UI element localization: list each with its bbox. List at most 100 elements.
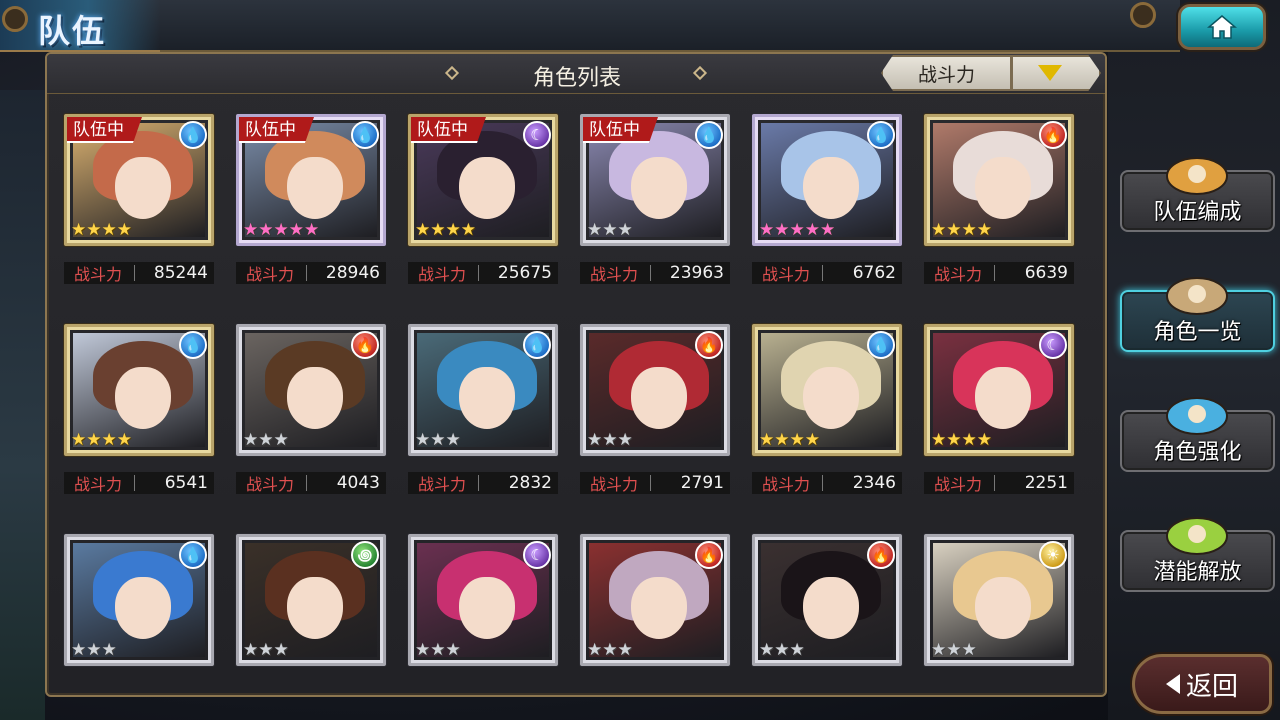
star-icon: ★ — [774, 640, 790, 660]
combat-power-value: 4043 — [336, 473, 380, 493]
character-card[interactable]: 队伍中 💧 ★ ★ ★ — [580, 114, 730, 246]
side-menu-potential-orb[interactable]: 潜能解放 — [1120, 517, 1275, 592]
rarity-stars: ★ ★ ★ — [587, 431, 633, 449]
gear-ornament-icon — [2, 6, 28, 32]
water-element-icon: 💧 — [179, 541, 207, 569]
side-menu-label: 角色强化 — [1153, 440, 1242, 465]
character-card[interactable]: 🔥 ★ ★ ★ — [580, 534, 730, 666]
star-icon: ★ — [460, 220, 476, 240]
character-portrait[interactable]: 🔥 ★ ★ ★ — [236, 324, 386, 456]
character-card[interactable]: 🔥 ★ ★ ★ — [236, 324, 386, 456]
character-portrait[interactable]: 队伍中 💧 ★ ★ ★ ★ ★ — [236, 114, 386, 246]
combat-power-row: 战斗力 2832 — [408, 472, 558, 494]
back-button[interactable]: 返回 — [1132, 654, 1272, 714]
rarity-stars: ★ ★ ★ — [243, 641, 289, 659]
sort-selected-value[interactable]: 战斗力 — [881, 55, 1011, 91]
page-title: 队伍 — [38, 12, 107, 50]
fire-element-icon: 🔥 — [1039, 121, 1067, 149]
side-menu-party-members[interactable]: 队伍编成 — [1120, 157, 1275, 232]
star-icon: ★ — [101, 640, 117, 660]
star-icon: ★ — [86, 220, 102, 240]
combat-power-label: 战斗力 — [74, 475, 123, 494]
character-portrait[interactable]: 💧 ★ ★ ★ ★ ★ — [752, 114, 902, 246]
character-face — [287, 367, 343, 429]
side-menu-enhance-crystal[interactable]: 角色强化 — [1120, 397, 1275, 472]
potential-orb-icon — [1152, 510, 1242, 556]
star-icon: ★ — [273, 220, 289, 240]
character-card[interactable]: 💧 ★ ★ ★ ★ — [64, 324, 214, 456]
water-element-icon: 💧 — [179, 121, 207, 149]
combat-power-label: 战斗力 — [934, 265, 983, 284]
character-portrait[interactable]: 🔥 ★ ★ ★ — [752, 534, 902, 666]
character-card[interactable]: 🔥 ★ ★ ★ — [580, 324, 730, 456]
home-button[interactable] — [1178, 4, 1266, 50]
character-portrait[interactable]: 🔥 ★ ★ ★ — [580, 324, 730, 456]
character-portrait[interactable]: 💧 ★ ★ ★ — [64, 534, 214, 666]
character-portrait[interactable]: 💧 ★ ★ ★ ★ — [752, 324, 902, 456]
rarity-stars: ★ ★ ★ ★ — [415, 221, 476, 239]
star-icon: ★ — [931, 640, 947, 660]
star-icon: ★ — [101, 430, 117, 450]
in-party-badge: 队伍中 — [411, 117, 486, 143]
combat-power-value: 6541 — [164, 473, 208, 493]
character-card[interactable]: ☾ ★ ★ ★ — [408, 534, 558, 666]
rarity-stars: ★ ★ ★ ★ — [71, 431, 132, 449]
star-icon: ★ — [71, 430, 87, 450]
star-icon: ★ — [415, 220, 431, 240]
combat-power-label: 战斗力 — [934, 475, 983, 494]
combat-power-row: 战斗力 28946 — [236, 262, 386, 284]
character-portrait[interactable]: ꩜ ★ ★ ★ — [236, 534, 386, 666]
character-card[interactable]: 💧 ★ ★ ★ — [64, 534, 214, 666]
character-card[interactable]: 💧 ★ ★ ★ ★ ★ — [752, 114, 902, 246]
character-face — [459, 367, 515, 429]
water-element-icon: 💧 — [695, 121, 723, 149]
character-portrait[interactable]: ☾ ★ ★ ★ ★ — [924, 324, 1074, 456]
character-portrait[interactable]: 队伍中 💧 ★ ★ ★ ★ — [64, 114, 214, 246]
character-portrait[interactable]: ☾ ★ ★ ★ — [408, 534, 558, 666]
character-card[interactable]: ꩜ ★ ★ ★ — [236, 534, 386, 666]
combat-power-label: 战斗力 — [762, 475, 811, 494]
star-icon: ★ — [602, 430, 618, 450]
star-icon: ★ — [961, 640, 977, 660]
character-card[interactable]: 🔥 ★ ★ ★ — [752, 534, 902, 666]
character-card[interactable]: 队伍中 ☾ ★ ★ ★ ★ — [408, 114, 558, 246]
side-menu-character-book[interactable]: 角色一览 — [1120, 277, 1275, 352]
character-card[interactable]: 💧 ★ ★ ★ ★ — [752, 324, 902, 456]
combat-power-value: 6762 — [852, 263, 896, 283]
star-icon: ★ — [789, 220, 805, 240]
character-portrait[interactable]: 💧 ★ ★ ★ ★ — [64, 324, 214, 456]
character-portrait[interactable]: 💧 ★ ★ ★ — [408, 324, 558, 456]
combat-power-row: 战斗力 23963 — [580, 262, 730, 284]
character-portrait[interactable]: 🔥 ★ ★ ★ — [580, 534, 730, 666]
character-portrait[interactable]: 队伍中 ☾ ★ ★ ★ ★ — [408, 114, 558, 246]
side-menu-label: 队伍编成 — [1153, 200, 1242, 225]
rarity-stars: ★ ★ ★ — [71, 641, 117, 659]
character-portrait[interactable]: 🔥 ★ ★ ★ ★ — [924, 114, 1074, 246]
sort-dropdown[interactable]: 战斗力 — [881, 55, 1103, 91]
star-icon: ★ — [243, 640, 259, 660]
star-icon: ★ — [946, 430, 962, 450]
star-icon: ★ — [976, 430, 992, 450]
character-card[interactable]: 队伍中 💧 ★ ★ ★ ★ — [64, 114, 214, 246]
combat-power-value: 2251 — [1024, 473, 1068, 493]
combat-power-value: 25675 — [497, 263, 552, 283]
character-card[interactable]: 💧 ★ ★ ★ — [408, 324, 558, 456]
combat-power-label: 战斗力 — [590, 265, 639, 284]
star-icon: ★ — [258, 220, 274, 240]
character-card[interactable]: ☀ ★ ★ ★ — [924, 534, 1074, 666]
character-card[interactable]: 🔥 ★ ★ ★ ★ — [924, 114, 1074, 246]
combat-power-row: 战斗力 6541 — [64, 472, 214, 494]
star-icon: ★ — [116, 220, 132, 240]
character-face — [115, 367, 171, 429]
character-book-icon — [1152, 270, 1242, 316]
character-face — [631, 157, 687, 219]
character-card[interactable]: ☾ ★ ★ ★ ★ — [924, 324, 1074, 456]
water-element-icon: 💧 — [523, 331, 551, 359]
character-card[interactable]: 队伍中 💧 ★ ★ ★ ★ ★ — [236, 114, 386, 246]
rarity-stars: ★ ★ ★ ★ — [759, 431, 820, 449]
character-portrait[interactable]: ☀ ★ ★ ★ — [924, 534, 1074, 666]
sort-dropdown-toggle[interactable] — [1011, 55, 1101, 91]
character-face — [803, 157, 859, 219]
character-portrait[interactable]: 队伍中 💧 ★ ★ ★ — [580, 114, 730, 246]
star-icon: ★ — [445, 220, 461, 240]
